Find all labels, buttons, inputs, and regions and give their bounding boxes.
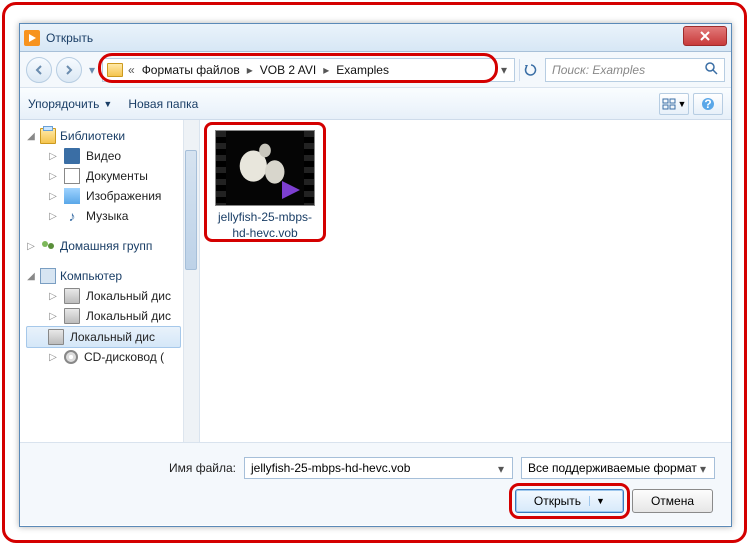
search-icon — [704, 61, 718, 78]
file-name-label: jellyfish-25-mbps-hd-hevc.vob — [210, 210, 320, 241]
file-list[interactable]: jellyfish-25-mbps-hd-hevc.vob — [200, 120, 731, 442]
video-icon — [64, 148, 80, 164]
filetype-filter[interactable]: Все поддерживаемые формат ▾ — [521, 457, 715, 479]
sidebar-item-disk[interactable]: Локальный дис — [26, 326, 181, 348]
titlebar: Открыть — [20, 24, 731, 52]
svg-text:?: ? — [704, 97, 711, 111]
sidebar-item-disk[interactable]: ▷ Локальный дис — [26, 286, 199, 306]
arrow-left-icon — [33, 64, 45, 76]
disk-icon — [64, 308, 80, 324]
open-file-dialog: Открыть ▾ « Форматы файлов ▸ VOB 2 AVI ▸… — [19, 23, 732, 527]
cancel-button[interactable]: Отмена — [632, 489, 713, 513]
expand-icon: ◢ — [26, 271, 36, 282]
chevron-down-icon[interactable]: ▼ — [589, 496, 605, 506]
chevron-down-icon[interactable]: ▾ — [695, 461, 711, 477]
sidebar-computer[interactable]: ◢ Компьютер — [26, 266, 199, 286]
app-icon — [24, 30, 40, 46]
nav-history-dropdown[interactable]: ▾ — [86, 57, 98, 83]
refresh-button[interactable] — [519, 59, 541, 81]
view-mode-button[interactable]: ▼ — [659, 93, 689, 115]
nav-forward-button[interactable] — [56, 57, 82, 83]
sidebar-item-documents[interactable]: ▷ Документы — [26, 166, 199, 186]
window-title: Открыть — [46, 31, 93, 45]
filename-value: jellyfish-25-mbps-hd-hevc.vob — [251, 461, 410, 475]
filename-input[interactable]: jellyfish-25-mbps-hd-hevc.vob ▾ — [244, 457, 513, 479]
nav-bar: ▾ « Форматы файлов ▸ VOB 2 AVI ▸ Example… — [20, 52, 731, 88]
breadcrumb-seg-2[interactable]: VOB 2 AVI — [258, 63, 318, 77]
arrow-right-icon — [63, 64, 75, 76]
expand-icon: ▷ — [26, 241, 36, 252]
filename-label: Имя файла: — [36, 461, 236, 475]
close-icon — [700, 31, 710, 41]
expand-icon: ▷ — [48, 211, 58, 222]
folder-icon — [107, 63, 123, 77]
images-icon — [64, 188, 80, 204]
search-input[interactable]: Поиск: Examples — [545, 58, 725, 82]
chevron-down-icon[interactable]: ▾ — [493, 461, 509, 477]
new-folder-button[interactable]: Новая папка — [128, 97, 198, 111]
bottom-panel: Имя файла: jellyfish-25-mbps-hd-hevc.vob… — [20, 442, 731, 525]
sidebar-scrollbar[interactable] — [183, 120, 199, 442]
close-button[interactable] — [683, 26, 727, 46]
chevron-right-icon: ▸ — [320, 63, 332, 77]
documents-icon — [64, 168, 80, 184]
refresh-icon — [524, 63, 538, 77]
open-button[interactable]: Открыть ▼ — [515, 489, 624, 513]
disk-icon — [64, 288, 80, 304]
chevron-right-icon: ▸ — [244, 63, 256, 77]
chevron-down-icon[interactable]: ▾ — [498, 63, 510, 77]
libraries-icon — [40, 128, 56, 144]
cd-icon — [64, 350, 78, 364]
sidebar-item-video[interactable]: ▷ Видео — [26, 146, 199, 166]
chevron-down-icon: ▼ — [103, 99, 112, 109]
breadcrumb-seg-3[interactable]: Examples — [334, 63, 391, 77]
sidebar-item-disk[interactable]: ▷ Локальный дис — [26, 306, 199, 326]
breadcrumb-root[interactable]: « — [125, 63, 138, 77]
sidebar: ◢ Библиотеки ▷ Видео ▷ Документы ▷ — [20, 120, 200, 442]
chevron-down-icon: ▼ — [678, 99, 687, 109]
organize-menu[interactable]: Упорядочить ▼ — [28, 97, 112, 111]
expand-icon: ▷ — [48, 151, 58, 162]
file-item[interactable]: jellyfish-25-mbps-hd-hevc.vob — [210, 130, 320, 241]
expand-icon: ◢ — [26, 131, 36, 142]
help-icon: ? — [701, 97, 715, 111]
expand-icon: ▷ — [48, 352, 58, 363]
music-icon: ♪ — [64, 208, 80, 224]
address-bar[interactable]: « Форматы файлов ▸ VOB 2 AVI ▸ Examples … — [102, 58, 515, 82]
sidebar-homegroup[interactable]: ▷ Домашняя групп — [26, 236, 199, 256]
toolbar: Упорядочить ▼ Новая папка ▼ ? — [20, 88, 731, 120]
video-thumbnail — [215, 130, 315, 206]
sidebar-libraries[interactable]: ◢ Библиотеки — [26, 126, 199, 146]
disk-icon — [48, 329, 64, 345]
scrollbar-thumb[interactable] — [185, 150, 197, 270]
sidebar-item-music[interactable]: ▷ ♪ Музыка — [26, 206, 199, 226]
nav-back-button[interactable] — [26, 57, 52, 83]
computer-icon — [40, 268, 56, 284]
expand-icon: ▷ — [48, 171, 58, 182]
thumbnails-icon — [662, 98, 676, 110]
search-placeholder: Поиск: Examples — [552, 63, 645, 77]
expand-icon: ▷ — [48, 311, 58, 322]
homegroup-icon — [40, 238, 56, 254]
breadcrumb-seg-1[interactable]: Форматы файлов — [140, 63, 242, 77]
expand-icon: ▷ — [48, 291, 58, 302]
sidebar-item-cd[interactable]: ▷ CD-дисковод ( — [26, 348, 199, 366]
expand-icon: ▷ — [48, 191, 58, 202]
help-button[interactable]: ? — [693, 93, 723, 115]
sidebar-item-images[interactable]: ▷ Изображения — [26, 186, 199, 206]
filetype-value: Все поддерживаемые формат — [528, 461, 697, 475]
